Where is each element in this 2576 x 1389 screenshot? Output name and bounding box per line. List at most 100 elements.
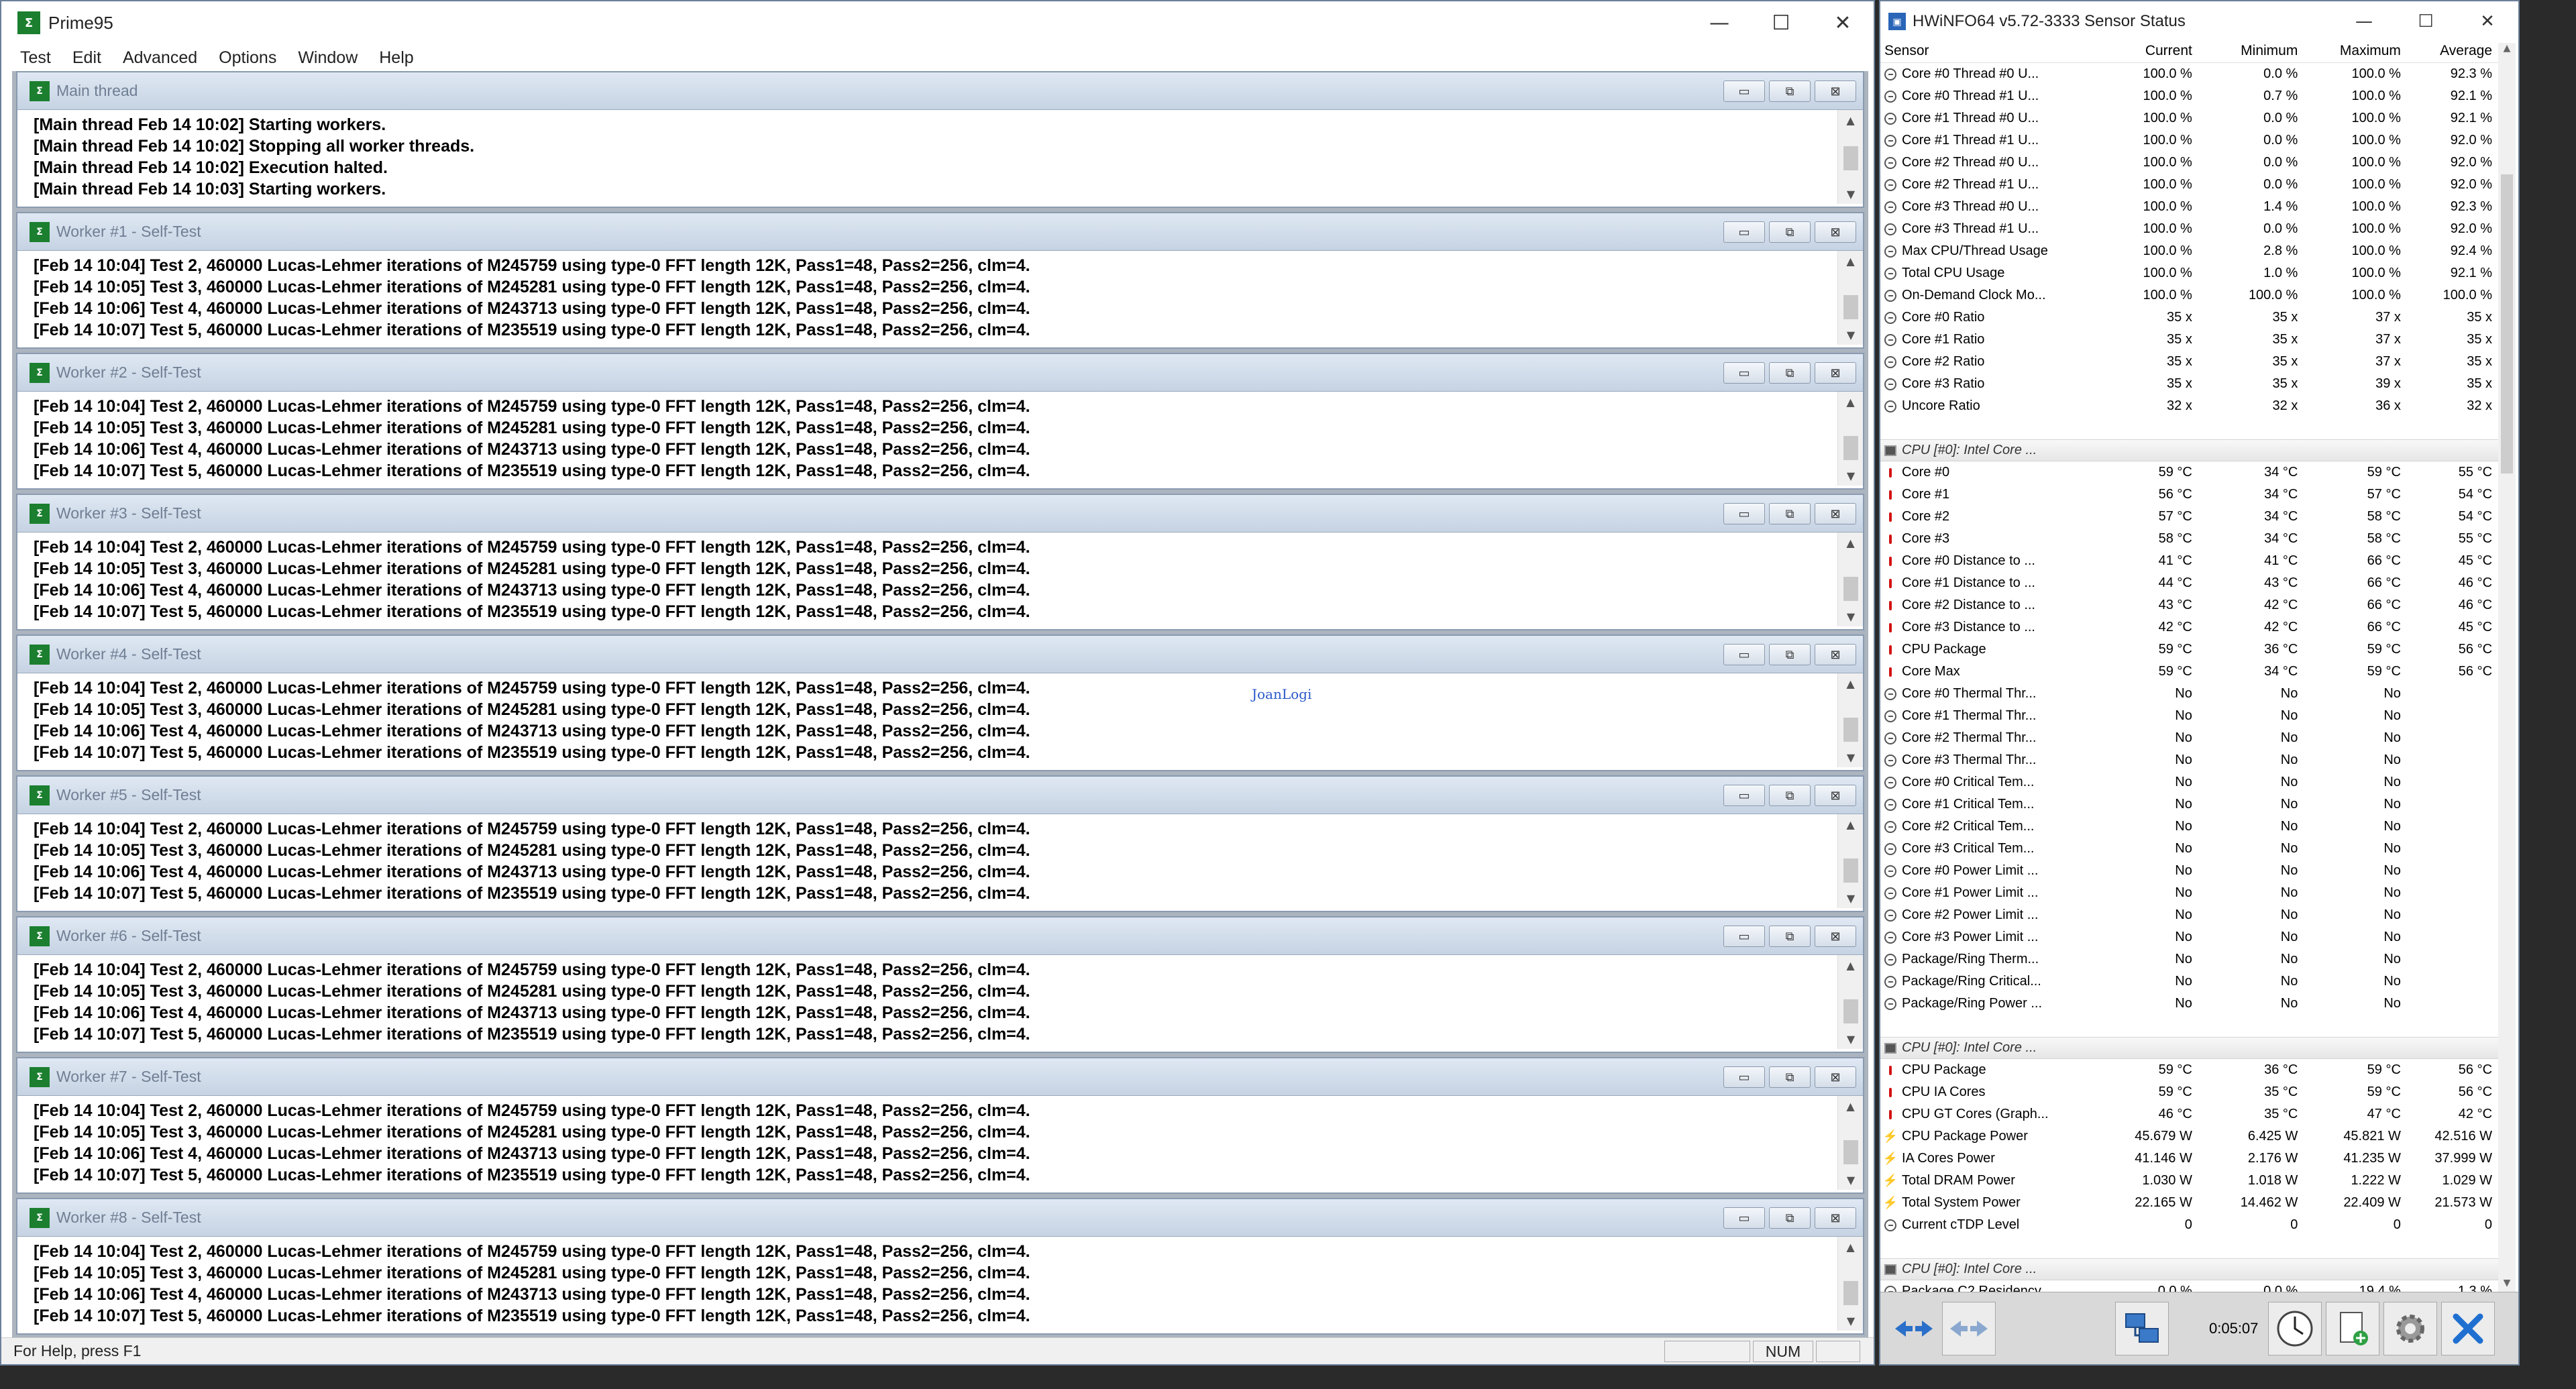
sensor-row[interactable]: Core #2 Distance to ... 43 °C 42 °C 66 °C 46…: [1880, 594, 2499, 616]
scroll-thumb[interactable]: [2501, 174, 2513, 474]
scroll-down-icon[interactable]: ▼: [1838, 1311, 1864, 1331]
log-scrollbar[interactable]: ▲ ▼: [1837, 251, 1863, 345]
worker-titlebar[interactable]: Σ Worker #8 - Self-Test ▭ ⧉ ⊠: [17, 1199, 1863, 1237]
worker-6-window[interactable]: Σ Worker #6 - Self-Test ▭ ⧉ ⊠ [Feb 14 10…: [16, 916, 1864, 1053]
main-thread-log[interactable]: [Main thread Feb 14 10:02] Starting work…: [17, 110, 1863, 207]
main-thread-window[interactable]: Σ Main thread ▭ ⧉ ⊠ [Main thread Feb 14 …: [16, 71, 1864, 208]
worker-titlebar[interactable]: Σ Worker #2 - Self-Test ▭ ⧉ ⊠: [17, 354, 1863, 392]
child-close-button[interactable]: ⊠: [1815, 644, 1856, 665]
sensor-row[interactable]: On-Demand Clock Mo... 100.0 % 100.0 % 100.0…: [1880, 284, 2499, 307]
scroll-thumb[interactable]: [1843, 1281, 1858, 1305]
sensor-row[interactable]: Core #0 Distance to ... 41 °C 41 °C 66 °C 45…: [1880, 550, 2499, 572]
sensor-row[interactable]: Core #0 Thread #0 U... 100.0 % 0.0 % 100.0 …: [1880, 63, 2499, 85]
scroll-down-icon[interactable]: ▼: [1838, 606, 1864, 626]
sensor-row[interactable]: Core #1 Thermal Thr... No No No: [1880, 705, 2499, 727]
menu-advanced[interactable]: Advanced: [123, 48, 197, 68]
menu-test[interactable]: Test: [20, 48, 51, 68]
scroll-down-icon[interactable]: ▼: [1838, 1029, 1864, 1049]
sensor-row[interactable]: Package/Ring Therm... No No No: [1880, 948, 2499, 970]
child-close-button[interactable]: ⊠: [1815, 785, 1856, 806]
sensor-row[interactable]: ⚡ Total DRAM Power 1.030 W 1.018 W 1.222 W 1.…: [1880, 1170, 2499, 1192]
reset-layout-icon[interactable]: [1942, 1302, 1996, 1355]
main-thread-titlebar[interactable]: Σ Main thread ▭ ⧉ ⊠: [17, 72, 1863, 110]
sensor-group-header[interactable]: CPU [#0]: Intel Core ...: [1880, 1037, 2499, 1059]
sensor-row[interactable]: CPU IA Cores 59 °C 35 °C 59 °C 56 °C: [1880, 1081, 2499, 1103]
worker-log[interactable]: [Feb 14 10:04] Test 2, 460000 Lucas-Lehm…: [17, 955, 1863, 1052]
sensor-row[interactable]: Core #0 Power Limit ... No No No: [1880, 860, 2499, 882]
scroll-thumb[interactable]: [1843, 1140, 1858, 1164]
sensor-row[interactable]: ⚡ IA Cores Power 41.146 W 2.176 W 41.235 W 37…: [1880, 1148, 2499, 1170]
worker-log[interactable]: [Feb 14 10:04] Test 2, 460000 Lucas-Lehm…: [17, 673, 1863, 770]
child-close-button[interactable]: ⊠: [1815, 503, 1856, 524]
child-restore-button[interactable]: ⧉: [1769, 644, 1811, 665]
sensor-row[interactable]: ⚡ CPU Package Power 45.679 W 6.425 W 45.821 …: [1880, 1125, 2499, 1148]
child-close-button[interactable]: ⊠: [1815, 926, 1856, 947]
menu-window[interactable]: Window: [298, 48, 358, 68]
scroll-up-icon[interactable]: ▲: [1838, 1237, 1863, 1257]
add-report-icon[interactable]: [2326, 1302, 2379, 1355]
scroll-thumb[interactable]: [1843, 999, 1858, 1023]
column-header-current[interactable]: Current: [2096, 43, 2192, 62]
child-restore-button[interactable]: ⧉: [1769, 1066, 1811, 1088]
worker-4-window[interactable]: Σ Worker #4 - Self-Test ▭ ⧉ ⊠ [Feb 14 10…: [16, 634, 1864, 771]
sensor-row[interactable]: CPU Package 59 °C 36 °C 59 °C 56 °C: [1880, 1059, 2499, 1081]
child-minimize-button[interactable]: ▭: [1723, 362, 1765, 384]
sensor-row[interactable]: Core #2 57 °C 34 °C 58 °C 54 °C: [1880, 506, 2499, 528]
minimize-button[interactable]: —: [2333, 1, 2395, 42]
hwinfo-titlebar[interactable]: ▣ HWiNFO64 v5.72-3333 Sensor Status — ☐ …: [1880, 1, 2518, 42]
close-sensors-icon[interactable]: [2441, 1302, 2495, 1355]
sensor-row[interactable]: Core Max 59 °C 34 °C 59 °C 56 °C: [1880, 661, 2499, 683]
sensor-row[interactable]: Max CPU/Thread Usage 100.0 % 2.8 % 100.0 % 9…: [1880, 240, 2499, 262]
sensor-row[interactable]: Core #1 Distance to ... 44 °C 43 °C 66 °C 46…: [1880, 572, 2499, 594]
sensor-row[interactable]: Core #1 56 °C 34 °C 57 °C 54 °C: [1880, 484, 2499, 506]
sensor-row[interactable]: Core #3 Ratio 35 x 35 x 39 x 35 x: [1880, 373, 2499, 395]
sensor-row[interactable]: Core #0 Ratio 35 x 35 x 37 x 35 x: [1880, 307, 2499, 329]
scroll-down-icon[interactable]: ▼: [1838, 184, 1864, 204]
column-header-minimum[interactable]: Minimum: [2192, 43, 2298, 62]
scroll-down-icon[interactable]: ▼: [1838, 465, 1864, 486]
child-minimize-button[interactable]: ▭: [1723, 785, 1765, 806]
sensor-row[interactable]: Core #0 Thermal Thr... No No No: [1880, 683, 2499, 705]
close-button[interactable]: ✕: [1812, 1, 1874, 44]
sensor-row[interactable]: Package/Ring Power ... No No No: [1880, 993, 2499, 1015]
sensor-row[interactable]: Core #1 Thread #1 U... 100.0 % 0.0 % 100.0 …: [1880, 129, 2499, 152]
sensor-row[interactable]: Core #2 Thread #0 U... 100.0 % 0.0 % 100.0 …: [1880, 152, 2499, 174]
worker-titlebar[interactable]: Σ Worker #4 - Self-Test ▭ ⧉ ⊠: [17, 636, 1863, 673]
worker-titlebar[interactable]: Σ Worker #6 - Self-Test ▭ ⧉ ⊠: [17, 918, 1863, 955]
worker-7-window[interactable]: Σ Worker #7 - Self-Test ▭ ⧉ ⊠ [Feb 14 10…: [16, 1057, 1864, 1194]
scroll-thumb[interactable]: [1843, 295, 1858, 319]
worker-titlebar[interactable]: Σ Worker #5 - Self-Test ▭ ⧉ ⊠: [17, 777, 1863, 814]
child-close-button[interactable]: ⊠: [1815, 221, 1856, 243]
worker-log[interactable]: [Feb 14 10:04] Test 2, 460000 Lucas-Lehm…: [17, 1096, 1863, 1192]
scroll-thumb[interactable]: [1843, 718, 1858, 742]
sensor-row[interactable]: Package/Ring Critical... No No No: [1880, 970, 2499, 993]
minimize-button[interactable]: —: [1688, 1, 1750, 44]
sensor-scrollbar[interactable]: ▲ ▼: [2498, 43, 2516, 1294]
log-scrollbar[interactable]: ▲ ▼: [1837, 392, 1863, 486]
maximize-button[interactable]: ☐: [1750, 1, 1812, 44]
worker-5-window[interactable]: Σ Worker #5 - Self-Test ▭ ⧉ ⊠ [Feb 14 10…: [16, 775, 1864, 912]
child-minimize-button[interactable]: ▭: [1723, 1066, 1765, 1088]
worker-8-window[interactable]: Σ Worker #8 - Self-Test ▭ ⧉ ⊠ [Feb 14 10…: [16, 1198, 1864, 1335]
worker-titlebar[interactable]: Σ Worker #3 - Self-Test ▭ ⧉ ⊠: [17, 495, 1863, 533]
maximize-button[interactable]: ☐: [2395, 1, 2457, 42]
log-scrollbar[interactable]: ▲ ▼: [1837, 533, 1863, 626]
sensor-row[interactable]: Core #0 59 °C 34 °C 59 °C 55 °C: [1880, 461, 2499, 484]
sensor-row[interactable]: Core #1 Power Limit ... No No No: [1880, 882, 2499, 904]
log-scrollbar[interactable]: ▲ ▼: [1837, 1237, 1863, 1331]
sensor-row[interactable]: ⚡ Total System Power 22.165 W 14.462 W 22.40…: [1880, 1192, 2499, 1214]
child-restore-button[interactable]: ⧉: [1769, 503, 1811, 524]
sensor-row[interactable]: Core #3 Thermal Thr... No No No: [1880, 749, 2499, 771]
log-scrollbar[interactable]: ▲ ▼: [1837, 955, 1863, 1049]
sensor-group-header[interactable]: CPU [#0]: Intel Core ...: [1880, 1258, 2499, 1280]
scroll-up-icon[interactable]: ▲: [1838, 392, 1863, 412]
sensor-row[interactable]: Core #3 Thread #0 U... 100.0 % 1.4 % 100.0 …: [1880, 196, 2499, 218]
worker-log[interactable]: [Feb 14 10:04] Test 2, 460000 Lucas-Lehm…: [17, 392, 1863, 488]
worker-log[interactable]: [Feb 14 10:04] Test 2, 460000 Lucas-Lehm…: [17, 251, 1863, 347]
child-restore-button[interactable]: ⧉: [1769, 221, 1811, 243]
sensor-table-body[interactable]: Core #0 Thread #0 U... 100.0 % 0.0 % 100.0 …: [1880, 63, 2499, 1294]
child-minimize-button[interactable]: ▭: [1723, 644, 1765, 665]
scroll-up-icon[interactable]: ▲: [1838, 533, 1863, 553]
sensor-row[interactable]: Core #3 Distance to ... 42 °C 42 °C 66 °C 45…: [1880, 616, 2499, 638]
child-close-button[interactable]: ⊠: [1815, 1207, 1856, 1229]
